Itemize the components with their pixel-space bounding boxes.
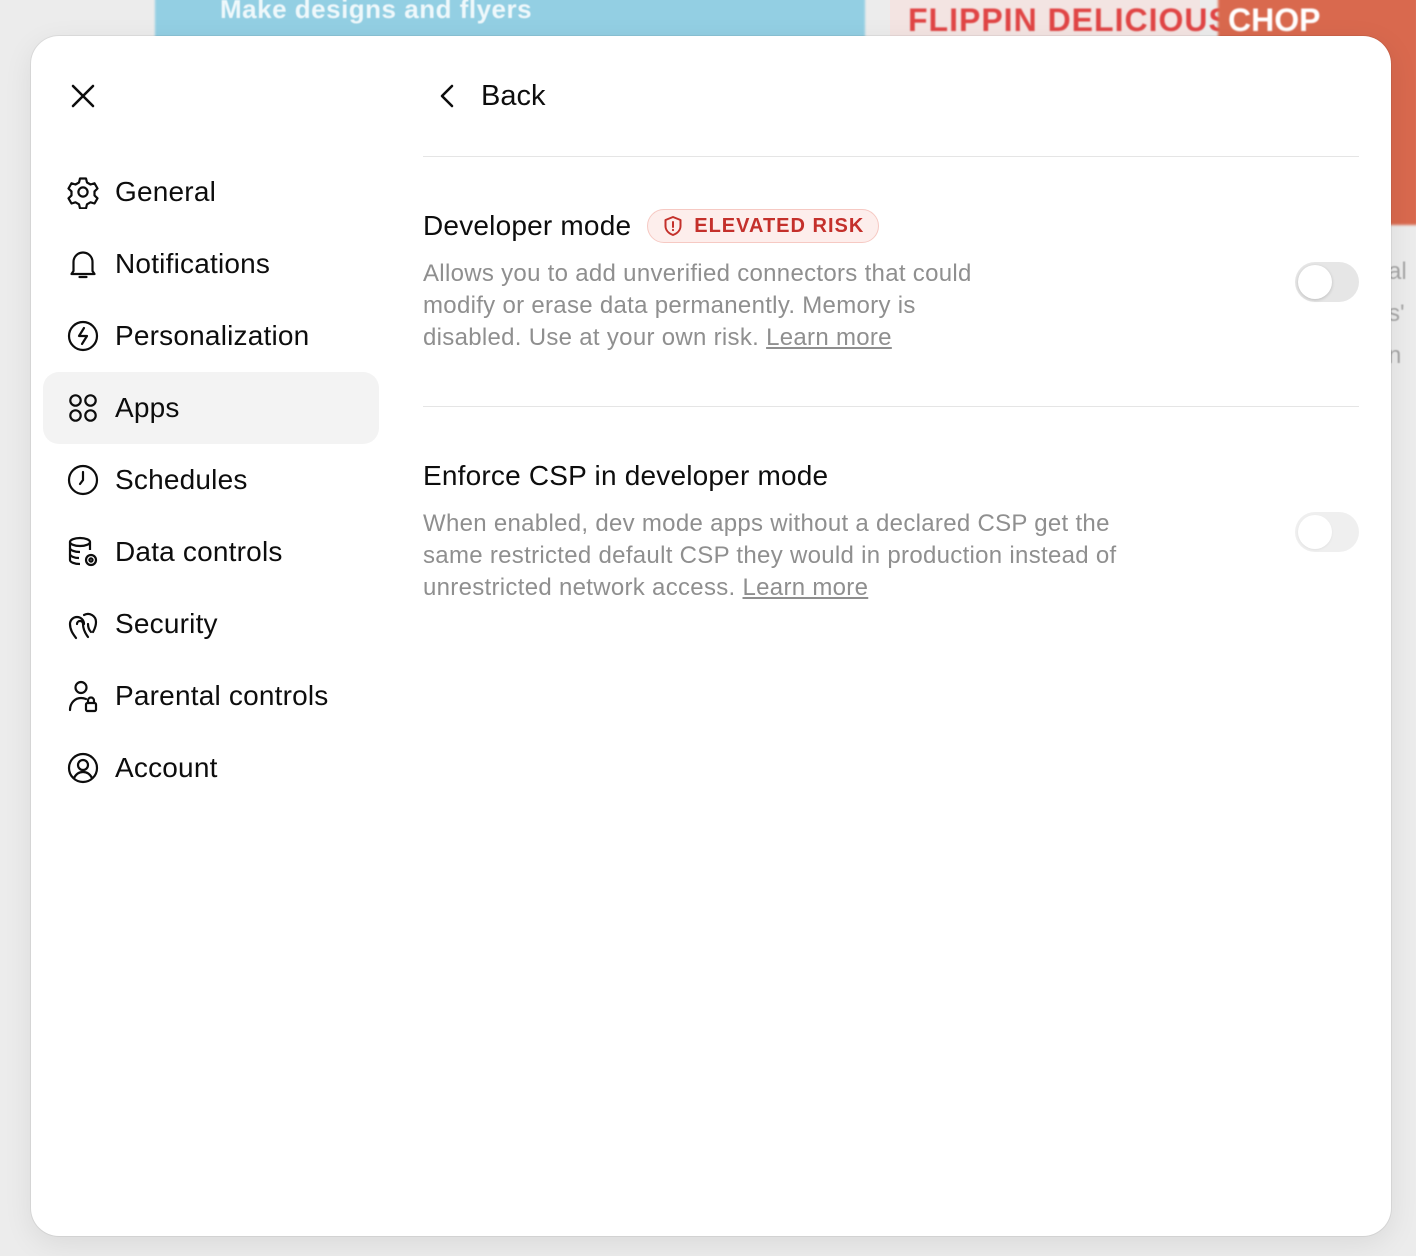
header-divider xyxy=(423,156,1359,157)
setting-title: Enforce CSP in developer mode xyxy=(423,460,829,491)
developer-mode-toggle[interactable] xyxy=(1295,262,1359,302)
back-label: Back xyxy=(481,79,546,112)
setting-title: Developer mode xyxy=(423,210,632,241)
person-lock-icon xyxy=(65,678,101,714)
sidebar-item-label: Security xyxy=(115,608,218,639)
setting-description: When enabled, dev mode apps without a de… xyxy=(423,508,1123,604)
sidebar-item-apps[interactable]: Apps xyxy=(43,372,379,444)
badge-label: ELEVATED RISK xyxy=(694,214,865,237)
sidebar-item-data-controls[interactable]: Data controls xyxy=(43,516,379,588)
sidebar-item-notifications[interactable]: Notifications xyxy=(43,228,379,300)
account-circle-icon xyxy=(65,750,101,786)
personalization-icon xyxy=(65,318,101,354)
setting-enforce-csp: Enforce CSP in developer mode When enabl… xyxy=(423,456,1359,604)
sidebar-item-label: General xyxy=(115,176,217,207)
sidebar-item-label: Parental controls xyxy=(115,680,329,711)
sidebar-item-label: Personalization xyxy=(115,320,310,351)
sidebar-item-label: Data controls xyxy=(115,536,283,567)
close-icon xyxy=(71,84,95,108)
learn-more-link[interactable]: Learn more xyxy=(766,324,892,351)
learn-more-link[interactable]: Learn more xyxy=(743,574,869,601)
back-button[interactable]: Back xyxy=(433,76,545,116)
settings-main-panel: Back Developer mode ELEVATED RISK Allows… xyxy=(423,36,1359,1236)
chevron-left-icon xyxy=(440,84,454,108)
sidebar-item-label: Notifications xyxy=(115,248,271,279)
settings-modal: General Notifications Personalization Ap… xyxy=(31,36,1391,1236)
database-gear-icon xyxy=(65,534,101,570)
shield-alert-icon xyxy=(664,216,682,236)
clock-icon xyxy=(65,462,101,498)
sidebar-item-personalization[interactable]: Personalization xyxy=(43,300,379,372)
toggle-knob xyxy=(1298,265,1332,299)
bell-icon xyxy=(65,246,101,282)
sidebar-item-schedules[interactable]: Schedules xyxy=(43,444,379,516)
background-card-red-text: FLIPPIN DELICIOUS xyxy=(908,2,1231,38)
settings-sidebar: General Notifications Personalization Ap… xyxy=(43,156,379,804)
background-card-red-2-text: CHOP xyxy=(1228,2,1321,38)
sidebar-item-parental-controls[interactable]: Parental controls xyxy=(43,660,379,732)
gear-icon xyxy=(65,174,101,210)
enforce-csp-toggle[interactable] xyxy=(1295,512,1359,552)
sidebar-item-label: Apps xyxy=(115,392,180,423)
sidebar-item-label: Account xyxy=(115,752,218,783)
security-icon xyxy=(65,606,101,642)
elevated-risk-badge: ELEVATED RISK xyxy=(647,209,880,243)
close-button[interactable] xyxy=(65,78,101,114)
sidebar-item-general[interactable]: General xyxy=(43,156,379,228)
toggle-knob xyxy=(1298,515,1332,549)
sidebar-item-label: Schedules xyxy=(115,464,248,495)
sidebar-item-security[interactable]: Security xyxy=(43,588,379,660)
section-divider xyxy=(423,406,1359,407)
setting-developer-mode: Developer mode ELEVATED RISK Allows you … xyxy=(423,206,1359,354)
background-card-blue-text: Make designs and flyers xyxy=(220,0,533,24)
apps-grid-icon xyxy=(65,390,101,426)
sidebar-item-account[interactable]: Account xyxy=(43,732,379,804)
setting-description: Allows you to add unverified connectors … xyxy=(423,258,993,354)
